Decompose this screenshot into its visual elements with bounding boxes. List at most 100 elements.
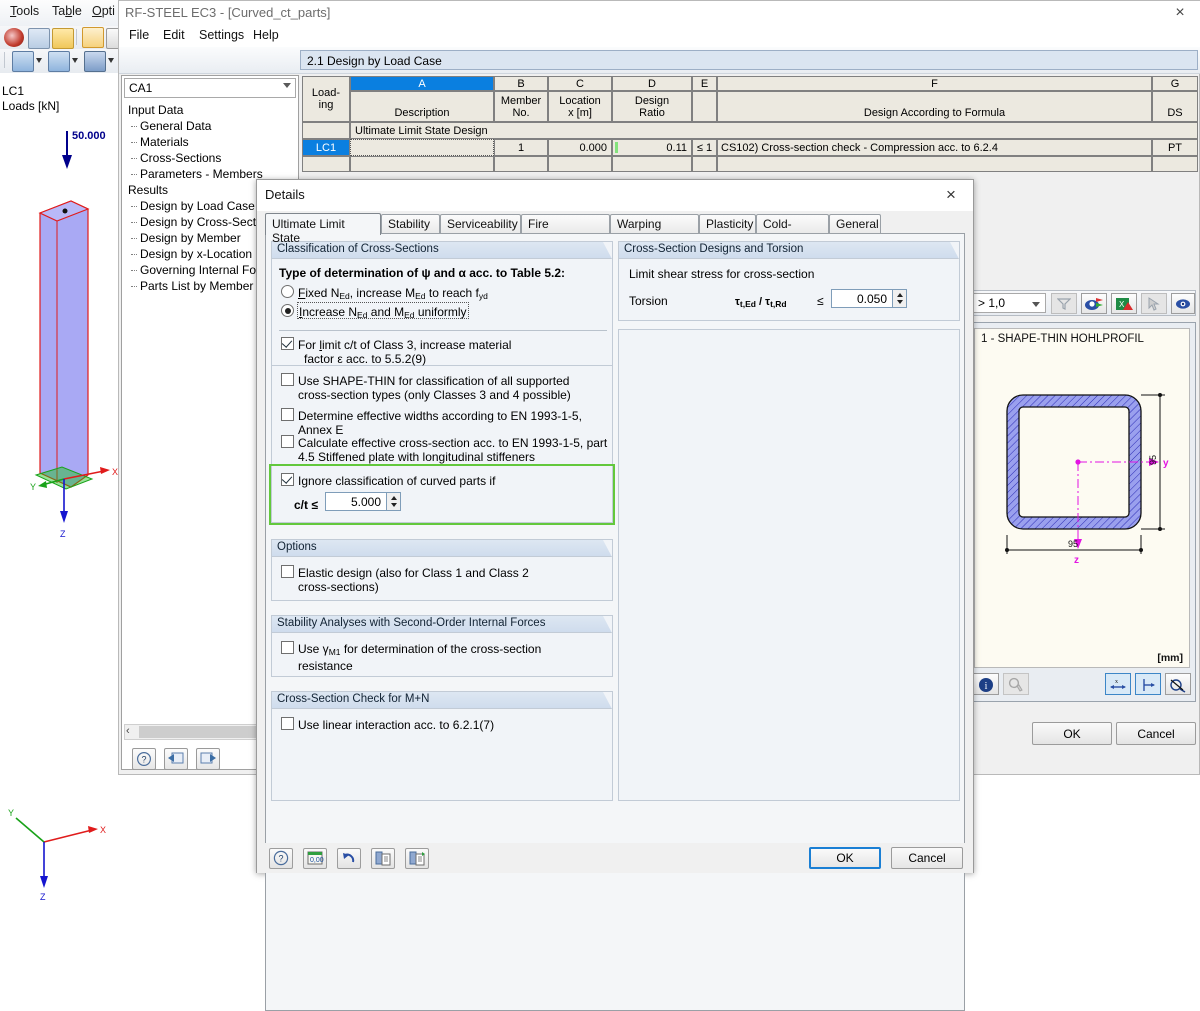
tab-serviceability[interactable]: Serviceability xyxy=(440,214,521,234)
filter-icon-button[interactable] xyxy=(1051,293,1077,314)
table-empty-description[interactable] xyxy=(350,156,494,172)
table-col-letter-c[interactable]: C xyxy=(548,76,612,91)
dim-y-icon-button[interactable] xyxy=(1135,673,1161,695)
table-empty-ratio[interactable] xyxy=(612,156,692,172)
table-view-icon[interactable] xyxy=(82,27,104,48)
table-row-ds[interactable]: PT xyxy=(1152,139,1198,156)
analysis-case-combobox[interactable]: CA1 xyxy=(124,78,296,98)
table-header-description[interactable]: Description xyxy=(350,91,494,122)
dialog-cancel-button[interactable]: Cancel xyxy=(891,847,963,869)
table-row-loading[interactable]: LC1 xyxy=(302,139,350,156)
table-row-formula[interactable]: CS102) Cross-section check - Compression… xyxy=(717,139,1152,156)
menu-file[interactable]: File xyxy=(129,28,149,42)
tree-item-input-data[interactable]: Input Data xyxy=(124,102,296,118)
table-header-ds[interactable]: DS xyxy=(1152,91,1198,122)
table-header-loading[interactable]: Load-ing xyxy=(302,76,350,122)
chevron-down-icon-3[interactable] xyxy=(108,58,114,63)
main-cancel-button[interactable]: Cancel xyxy=(1116,722,1196,745)
new-window-icon[interactable] xyxy=(52,28,74,49)
checkbox-limit-ct-class3[interactable] xyxy=(281,337,294,350)
checkbox-effective-widths[interactable] xyxy=(281,408,294,421)
main-ok-button[interactable]: OK xyxy=(1032,722,1112,745)
table-col-letter-d[interactable]: D xyxy=(612,76,692,91)
paste-icon-button[interactable] xyxy=(405,848,429,869)
table-empty-ds[interactable] xyxy=(1152,156,1198,172)
model-3d-view[interactable]: X Y Z xyxy=(0,75,125,555)
dialog-ok-button[interactable]: OK xyxy=(809,847,881,869)
pointer-icon-button[interactable] xyxy=(1141,293,1167,314)
tab-warping-torsion[interactable]: Warping Torsion xyxy=(610,214,699,245)
app-close-button[interactable]: × xyxy=(1165,3,1195,23)
default-values-icon-button[interactable]: 0,00 xyxy=(303,848,327,869)
table-header-location[interactable]: Location x [m] xyxy=(548,91,612,122)
tab-plasticity[interactable]: Plasticity xyxy=(699,214,756,234)
help-button[interactable]: ? xyxy=(132,748,156,770)
tab-fire-resistance[interactable]: Fire Resistance xyxy=(521,214,610,245)
cross-section-canvas[interactable]: 1 - SHAPE-THIN HOHLPROFIL y z 95 95 [mm] xyxy=(974,328,1190,668)
new-solid-icon[interactable] xyxy=(84,51,106,72)
visibility-icon-button[interactable] xyxy=(1081,293,1107,314)
checkbox-use-shape-thin[interactable] xyxy=(281,373,294,386)
chevron-down-icon-2[interactable] xyxy=(72,58,78,63)
undo-icon-button[interactable] xyxy=(337,848,361,869)
spinner-up-icon-2[interactable] xyxy=(897,293,903,297)
rfem-menu-table[interactable]: Table xyxy=(52,4,82,18)
table-row-ratio[interactable]: 0.11 xyxy=(612,139,692,156)
checkbox-effective-cross-section[interactable] xyxy=(281,435,294,448)
new-node-icon[interactable] xyxy=(12,51,34,72)
results-table[interactable]: Load-ing A B C D E F G Description Membe… xyxy=(302,76,1198,172)
dim-x-icon-button[interactable]: x xyxy=(1105,673,1131,695)
tab-general[interactable]: General xyxy=(829,214,881,234)
tree-item-materials[interactable]: Materials xyxy=(124,134,296,150)
table-row-member-no[interactable]: 1 xyxy=(494,139,548,156)
table-empty-formula[interactable] xyxy=(717,156,1152,172)
ratio-filter-combobox[interactable]: > 1,0 xyxy=(972,293,1046,313)
help-icon-button[interactable]: ? xyxy=(269,848,293,869)
table-header-limit[interactable] xyxy=(692,91,717,122)
radio-fixed-ned[interactable] xyxy=(281,285,294,298)
table-header-formula[interactable]: Design According to Formula xyxy=(717,91,1152,122)
menu-edit[interactable]: Edit xyxy=(163,28,185,42)
checkbox-linear-interaction[interactable] xyxy=(281,717,294,730)
table-row-limit[interactable]: ≤ 1 xyxy=(692,139,717,156)
excel-export-icon-button[interactable]: X xyxy=(1111,293,1137,314)
table-empty-limit[interactable] xyxy=(692,156,717,172)
checkbox-use-gamma-m1[interactable] xyxy=(281,641,294,654)
previous-button[interactable] xyxy=(164,748,188,770)
menu-settings[interactable]: Settings xyxy=(199,28,244,42)
tree-item-cross-sections[interactable]: Cross-Sections xyxy=(124,150,296,166)
torsion-limit-spinner[interactable] xyxy=(892,289,907,308)
table-col-letter-b[interactable]: B xyxy=(494,76,548,91)
table-col-letter-f[interactable]: F xyxy=(717,76,1152,91)
table-empty-location[interactable] xyxy=(548,156,612,172)
table-col-letter-a[interactable]: A xyxy=(350,76,494,91)
info-icon-button[interactable]: i xyxy=(973,673,999,695)
table-empty-member[interactable] xyxy=(494,156,548,172)
table-col-letter-e[interactable]: E xyxy=(692,76,717,91)
chevron-down-icon[interactable] xyxy=(36,58,42,63)
target-icon[interactable] xyxy=(4,28,24,47)
tab-cold-formed[interactable]: Cold-Formed xyxy=(756,214,829,245)
table-header-design-ratio[interactable]: Design Ratio xyxy=(612,91,692,122)
menu-help[interactable]: Help xyxy=(253,28,279,42)
dialog-close-button[interactable]: × xyxy=(933,183,969,207)
copy-icon-button[interactable] xyxy=(371,848,395,869)
spinner-down-icon-2[interactable] xyxy=(897,300,903,304)
table-header-member-no[interactable]: Member No. xyxy=(494,91,548,122)
torsion-limit-input[interactable]: 0.050 xyxy=(831,289,893,308)
color-icon-button[interactable] xyxy=(1003,673,1029,695)
scroll-left-icon[interactable]: ‹ xyxy=(126,725,130,737)
no-dim-icon-button[interactable] xyxy=(1165,673,1191,695)
table-row-location[interactable]: 0.000 xyxy=(548,139,612,156)
checkbox-elastic-design[interactable] xyxy=(281,565,294,578)
table-row-description[interactable] xyxy=(350,139,494,156)
table-group-row[interactable]: Ultimate Limit State Design xyxy=(350,122,1198,139)
select-plus-icon[interactable] xyxy=(28,28,50,49)
tree-item-general-data[interactable]: General Data xyxy=(124,118,296,134)
tab-ultimate-limit-state[interactable]: Ultimate Limit State xyxy=(265,213,381,245)
tab-stability[interactable]: Stability xyxy=(381,214,440,234)
next-button[interactable] xyxy=(196,748,220,770)
table-col-letter-g[interactable]: G xyxy=(1152,76,1198,91)
rfem-menu-options[interactable]: Opti xyxy=(92,4,115,18)
rfem-menu-tools[interactable]: TToolsools xyxy=(10,4,39,18)
